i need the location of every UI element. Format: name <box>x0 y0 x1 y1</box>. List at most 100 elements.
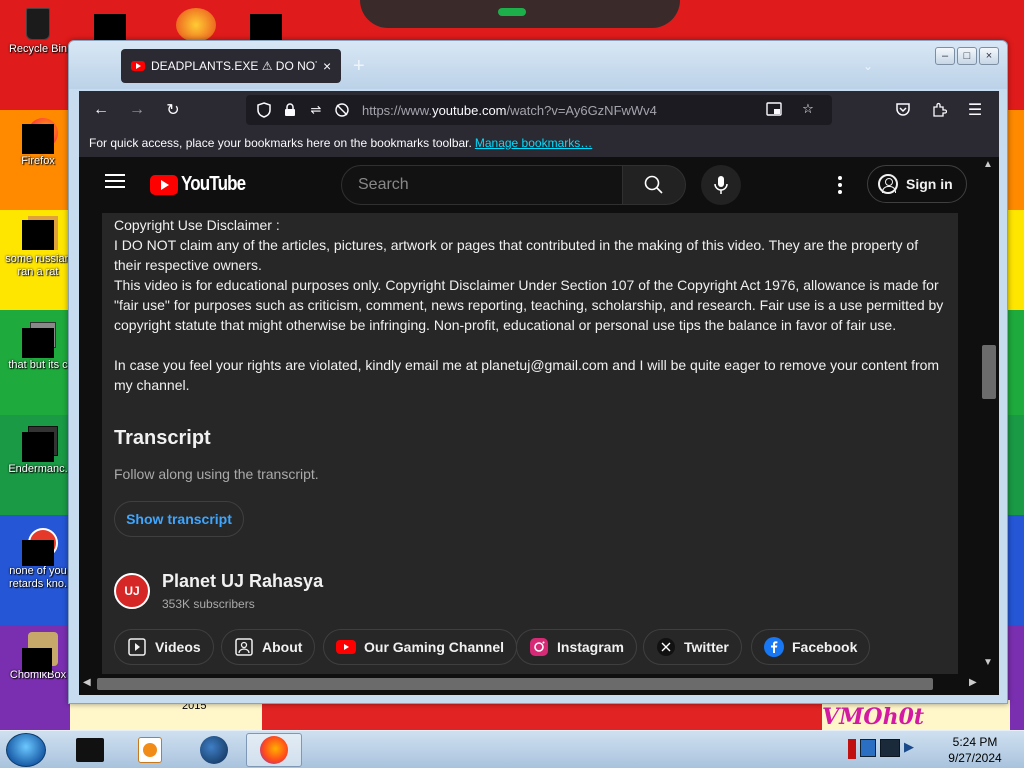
desktop-icon-obscured[interactable] <box>250 14 282 40</box>
bookmarks-toolbar: For quick access, place your bookmarks h… <box>79 129 999 157</box>
facebook-icon <box>764 637 784 657</box>
chomikbox-icon <box>22 632 58 672</box>
reload-icon[interactable]: ↻ <box>161 99 185 121</box>
desktop-icon-that-but-its[interactable]: that but its c <box>0 322 76 372</box>
transcript-heading: Transcript <box>114 427 211 449</box>
manage-bookmarks-link[interactable]: Manage bookmarks… <box>475 136 592 150</box>
description-line: Copyright Use Disclaimer : <box>114 217 280 233</box>
forward-arrow-icon[interactable]: → <box>125 99 149 121</box>
firefox-icon <box>260 736 288 764</box>
desktop-icon-some-russian[interactable]: some russian ran a rat <box>0 216 76 279</box>
app-icon <box>22 426 58 462</box>
instagram-link-button[interactable]: Instagram <box>516 629 637 665</box>
horizontal-scrollbar[interactable]: ◀ ▶ <box>79 674 979 694</box>
sign-in-button[interactable]: Sign in <box>867 165 967 203</box>
pocket-icon[interactable] <box>891 99 915 121</box>
maximize-button[interactable]: □ <box>957 47 977 65</box>
scroll-right-arrow-icon[interactable]: ▶ <box>969 677 977 688</box>
description-line: I DO NOT claim any of the articles, pict… <box>114 237 919 273</box>
url-text[interactable]: https://www.youtube.com/watch?v=Ay6GzNFw… <box>362 103 657 118</box>
taskbar-app-explorer[interactable] <box>62 733 118 767</box>
tab-youtube[interactable]: DEADPLANTS.EXE ⚠ DO NOT P × <box>121 49 341 83</box>
desktop-icon-none-of-you[interactable]: none of you retards kno. <box>0 528 76 591</box>
more-options-icon[interactable] <box>835 173 845 197</box>
close-button[interactable]: × <box>979 47 999 65</box>
desktop-icon-chomikbox[interactable]: ChomikBox <box>0 632 76 682</box>
vertical-scrollbar[interactable]: ▲ ▼ <box>979 157 999 695</box>
youtube-header: YouTube Search Sign in <box>79 157 979 213</box>
horizontal-scrollbar-thumb[interactable] <box>97 678 933 690</box>
desktop-icon-label: some russian ran a rat <box>5 253 71 278</box>
youtube-icon <box>336 637 356 657</box>
display-icon[interactable] <box>880 739 900 757</box>
youtube-favicon-icon <box>131 61 145 71</box>
new-tab-button[interactable]: + <box>353 55 365 78</box>
folder-icon <box>22 322 56 358</box>
videos-link-button[interactable]: Videos <box>114 629 214 665</box>
minimize-button[interactable]: – <box>935 47 955 65</box>
channel-name[interactable]: Planet UJ Rahasya <box>162 571 323 592</box>
search-input[interactable]: Search <box>341 165 623 205</box>
about-link-button[interactable]: About <box>221 629 316 665</box>
bookmark-star-icon[interactable]: ☆ <box>798 99 818 119</box>
youtube-page: YouTube Search Sign in Copyright Use Dis… <box>79 157 999 695</box>
desktop-icon-recycle-bin[interactable]: Recycle Bin <box>0 6 76 56</box>
facebook-link-button[interactable]: Facebook <box>751 629 871 665</box>
description-text: Copyright Use Disclaimer : I DO NOT clai… <box>114 215 944 395</box>
gaming-channel-link-button[interactable]: Our Gaming Channel <box>323 629 518 665</box>
search-placeholder: Search <box>358 176 409 193</box>
url-bar[interactable]: ⇌ https://www.youtube.com/watch?v=Ay6GzN… <box>246 95 832 125</box>
taskbar-app-media-player[interactable] <box>122 733 178 767</box>
account-icon <box>878 174 898 194</box>
picture-in-picture-icon[interactable] <box>764 99 784 119</box>
show-transcript-button[interactable]: Show transcript <box>114 501 244 537</box>
search-icon <box>644 175 663 194</box>
media-player-icon <box>138 737 162 763</box>
lock-icon[interactable] <box>280 100 300 120</box>
desktop-icon-endermanc[interactable]: Endermanc. <box>0 426 76 476</box>
search-button[interactable] <box>622 165 686 205</box>
scroll-up-arrow-icon[interactable]: ▲ <box>983 159 993 170</box>
volume-icon[interactable]: ▶ <box>904 739 918 757</box>
autoplay-blocked-icon[interactable] <box>332 100 352 120</box>
window-titlebar[interactable]: DEADPLANTS.EXE ⚠ DO NOT P × + ⌄ – □ × <box>69 41 1007 89</box>
url-host: youtube.com <box>432 102 507 118</box>
start-button[interactable] <box>6 733 46 767</box>
scroll-left-arrow-icon[interactable]: ◀ <box>83 677 91 688</box>
tab-close-icon[interactable]: × <box>323 58 331 74</box>
voice-search-button[interactable] <box>701 165 741 205</box>
system-clock[interactable]: 5:24 PM 9/27/2024 <box>936 734 1014 766</box>
tray-expand-icon[interactable] <box>848 739 856 759</box>
desktop-icon-firefox[interactable]: Firefox <box>0 118 76 168</box>
system-tray: ▶ <box>848 739 918 759</box>
globe-icon <box>200 736 228 764</box>
url-prefix: https://www. <box>362 102 433 118</box>
taskbar-app-firefox[interactable] <box>246 733 302 767</box>
channel-avatar[interactable]: UJ <box>114 573 150 609</box>
transcript-subtitle: Follow along using the transcript. <box>114 466 319 482</box>
shield-icon[interactable] <box>254 100 274 120</box>
desktop-icon-obscured[interactable] <box>176 8 216 42</box>
extensions-icon[interactable] <box>927 99 951 121</box>
video-description: Copyright Use Disclaimer : I DO NOT clai… <box>102 213 958 683</box>
scroll-down-arrow-icon[interactable]: ▼ <box>983 657 993 668</box>
taskbar: ▶ 5:24 PM 9/27/2024 <box>0 730 1024 768</box>
app-menu-icon[interactable]: ☰ <box>963 99 987 121</box>
desktop-icon-label: Endermanc. <box>8 463 68 475</box>
desktop-icon-obscured[interactable] <box>94 14 126 40</box>
youtube-wordmark: YouTube <box>181 173 246 195</box>
url-path: /watch?v=Ay6GzNFwWv4 <box>506 102 657 118</box>
desktop-icon-label: Recycle Bin <box>8 43 68 55</box>
network-icon[interactable] <box>860 739 876 757</box>
list-all-tabs-icon[interactable]: ⌄ <box>863 59 873 73</box>
hamburger-menu-icon[interactable] <box>105 174 125 188</box>
back-arrow-icon[interactable]: ← <box>89 99 113 121</box>
navigation-toolbar: ← → ↻ ⇌ https://www.youtube.com/watch?v=… <box>79 91 999 129</box>
youtube-logo[interactable]: YouTube <box>150 173 257 196</box>
bookmarks-hint: For quick access, place your bookmarks h… <box>89 136 472 150</box>
twitter-link-button[interactable]: Twitter <box>643 629 742 665</box>
permissions-icon[interactable]: ⇌ <box>306 100 326 120</box>
scrollbar-thumb[interactable] <box>982 345 996 399</box>
x-twitter-icon <box>656 637 676 657</box>
taskbar-app-globe[interactable] <box>186 733 242 767</box>
